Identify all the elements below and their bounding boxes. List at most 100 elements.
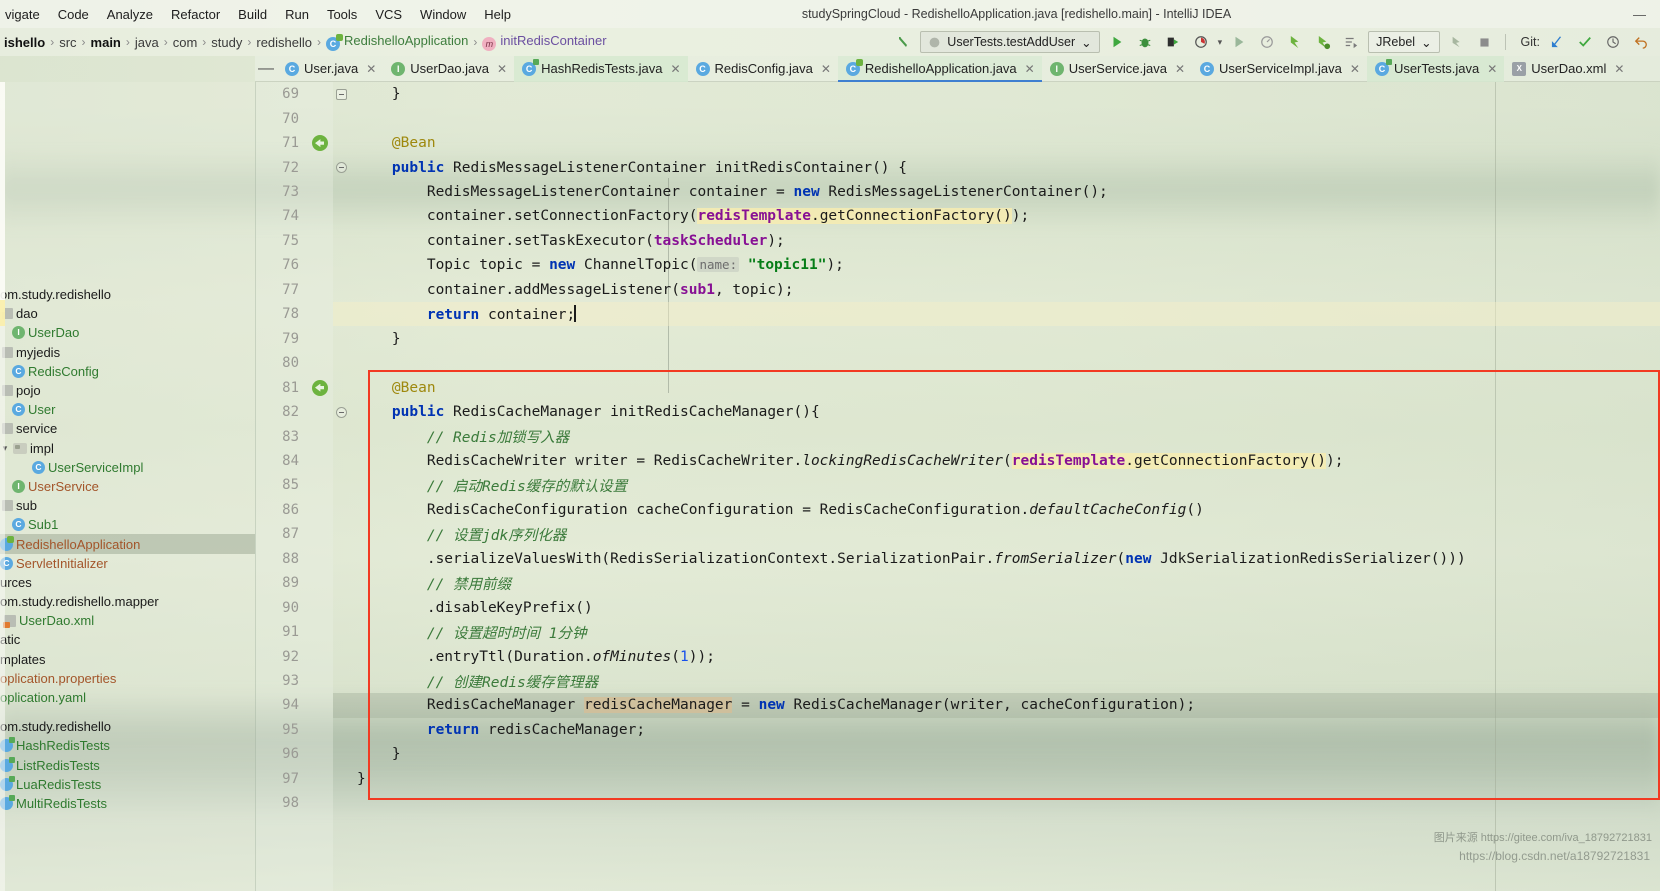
tree-item-hashredistests[interactable]: HashRedisTests <box>0 736 255 755</box>
code-line[interactable]: 81 @Bean <box>255 375 1660 399</box>
collapse-icon[interactable] <box>335 162 347 174</box>
tree-item-userserviceimpl[interactable]: C UserServiceImpl <box>0 458 255 477</box>
code-line[interactable]: 98 <box>255 791 1660 815</box>
close-icon[interactable]: ✕ <box>1025 62 1035 76</box>
menu-item-refactor[interactable]: Refactor <box>162 3 229 26</box>
code-line[interactable]: 69 } <box>255 82 1660 106</box>
tree-item-mapper-package[interactable]: om.study.redishello.mapper <box>0 592 255 611</box>
jrebel-debug-icon[interactable] <box>1312 31 1334 53</box>
minimize-button[interactable]: — <box>1633 7 1646 22</box>
tree-item-userservice[interactable]: I UserService <box>0 477 255 496</box>
code-line[interactable]: 82 public RedisCacheManager initRedisCac… <box>255 400 1660 424</box>
breadcrumb-item-src[interactable]: src <box>55 35 80 50</box>
code-line[interactable]: 88 .serializeValuesWith(RedisSerializati… <box>255 547 1660 571</box>
code-line[interactable]: 84 RedisCacheWriter writer = RedisCacheW… <box>255 449 1660 473</box>
code-line[interactable]: 73 RedisMessageListenerContainer contain… <box>255 180 1660 204</box>
debug-icon[interactable] <box>1134 31 1156 53</box>
attach-process-icon[interactable] <box>1256 31 1278 53</box>
breadcrumb[interactable]: ishello › src › main › java › com › stud… <box>0 33 611 51</box>
code-line[interactable]: 70 <box>255 106 1660 130</box>
close-icon[interactable]: ✕ <box>821 62 831 76</box>
code-line[interactable]: 71 @Bean <box>255 131 1660 155</box>
menu-item-navigate[interactable]: vigate <box>0 3 49 26</box>
git-history-icon[interactable] <box>1602 31 1624 53</box>
code-line[interactable]: 87 // 设置jdk序列化器 <box>255 522 1660 546</box>
code-line[interactable]: 85 // 启动Redis缓存的默认设置 <box>255 473 1660 497</box>
menu-item-build[interactable]: Build <box>229 3 276 26</box>
code-line[interactable]: 78 return container; <box>255 302 1660 326</box>
code-line[interactable]: 75 container.setTaskExecutor(taskSchedul… <box>255 229 1660 253</box>
tab-userservice-java[interactable]: I UserService.java ✕ <box>1042 56 1192 82</box>
tree-item-package-root[interactable]: om.study.redishello <box>0 285 255 304</box>
menu-item-code[interactable]: Code <box>49 3 98 26</box>
jrebel-selector[interactable]: JRebel ⌄ <box>1368 31 1440 53</box>
breadcrumb-item-com[interactable]: com <box>169 35 202 50</box>
tab-userserviceimpl-java[interactable]: C UserServiceImpl.java ✕ <box>1192 56 1367 82</box>
tree-item-myjedis[interactable]: myjedis <box>0 343 255 362</box>
tab-user-java[interactable]: C User.java ✕ <box>277 56 383 82</box>
tree-item-test-package[interactable]: om.study.redishello <box>0 717 255 736</box>
breadcrumb-item-redishello[interactable]: redishello <box>252 35 316 50</box>
tree-item-application-yaml[interactable]: oplication.yaml <box>0 688 255 707</box>
tree-item-multiredistests[interactable]: MultiRedisTests <box>0 794 255 813</box>
breadcrumb-item-study[interactable]: study <box>207 35 246 50</box>
run-tests-icon[interactable] <box>1340 31 1362 53</box>
project-tree[interactable]: om.study.redishello dao I UserDao myjedi… <box>0 82 255 891</box>
tree-item-templates[interactable]: mplates <box>0 650 255 669</box>
chevron-down-icon[interactable]: ▾ <box>1218 37 1223 48</box>
tab-redisconfig-java[interactable]: C RedisConfig.java ✕ <box>688 56 838 82</box>
tree-item-service[interactable]: service <box>0 419 255 438</box>
close-icon[interactable]: ✕ <box>1614 62 1624 76</box>
code-line[interactable]: 76 Topic topic = new ChannelTopic(name: … <box>255 253 1660 277</box>
tree-item-redishelloapplication[interactable]: RedishelloApplication <box>0 534 255 554</box>
run-with-coverage-icon[interactable] <box>1162 31 1184 53</box>
window-controls[interactable]: — <box>1633 7 1660 22</box>
breadcrumb-item-java[interactable]: java <box>131 35 163 50</box>
close-icon[interactable]: ✕ <box>670 62 680 76</box>
breadcrumb-item-method[interactable]: m initRedisContainer <box>478 33 610 51</box>
collapse-icon[interactable] <box>335 88 347 100</box>
spring-bean-gutter-icon[interactable] <box>312 135 328 152</box>
tree-item-impl[interactable]: ▾ impl <box>0 439 255 458</box>
run-icon[interactable] <box>1106 31 1128 53</box>
collapse-icon[interactable] <box>335 406 347 418</box>
breadcrumb-item-module[interactable]: ishello <box>0 35 49 50</box>
rerun-icon[interactable] <box>1228 31 1250 53</box>
code-line[interactable]: 89 // 禁用前缀 <box>255 571 1660 595</box>
tab-usertests-java[interactable]: C UserTests.java ✕ <box>1366 55 1505 82</box>
tree-item-redisconfig[interactable]: C RedisConfig <box>0 362 255 381</box>
gutter-icon-slot[interactable] <box>307 379 333 396</box>
code-line[interactable]: 74 container.setConnectionFactory(redisT… <box>255 204 1660 228</box>
code-line[interactable]: 94 RedisCacheManager redisCacheManager =… <box>255 693 1660 717</box>
breadcrumb-item-class[interactable]: C RedishelloApplication <box>322 33 472 51</box>
close-icon[interactable]: ✕ <box>1175 62 1185 76</box>
code-line[interactable]: 77 container.addMessageListener(sub1, to… <box>255 278 1660 302</box>
git-update-icon[interactable] <box>1546 31 1568 53</box>
fold-marker[interactable] <box>333 88 349 100</box>
spring-bean-gutter-icon[interactable] <box>312 379 328 396</box>
code-line[interactable]: 90 .disableKeyPrefix() <box>255 595 1660 619</box>
code-line[interactable]: 83 // Redis加锁写入器 <box>255 424 1660 448</box>
build-icon[interactable] <box>1446 31 1468 53</box>
code-line[interactable]: 97 } <box>255 767 1660 791</box>
back-arrow-icon[interactable] <box>892 31 914 53</box>
profile-icon[interactable] <box>1190 31 1212 53</box>
menu-item-analyze[interactable]: Analyze <box>98 3 162 26</box>
tree-item-static[interactable]: atic <box>0 630 255 649</box>
code-line[interactable]: 79 } <box>255 327 1660 351</box>
stop-icon[interactable] <box>1474 31 1496 53</box>
tree-item-user[interactable]: C User <box>0 400 255 419</box>
tab-hashredistests-java[interactable]: C HashRedisTests.java ✕ <box>514 55 688 82</box>
tree-item-sub[interactable]: sub <box>0 496 255 515</box>
code-line[interactable]: 80 <box>255 351 1660 375</box>
close-icon[interactable]: ✕ <box>497 62 507 76</box>
run-configuration-selector[interactable]: UserTests.testAddUser ⌄ <box>920 31 1100 53</box>
close-icon[interactable]: ✕ <box>366 62 376 76</box>
tree-item-pojo[interactable]: pojo <box>0 381 255 400</box>
tree-item-application-properties[interactable]: oplication.properties <box>0 669 255 688</box>
code-line[interactable]: 72 public RedisMessageListenerContainer … <box>255 155 1660 179</box>
code-line[interactable]: 91 // 设置超时时间 1分钟 <box>255 620 1660 644</box>
code-editor[interactable]: 69 } 70 71 @Bean 72 public RedisMessageL… <box>255 82 1660 891</box>
code-line[interactable]: 95 return redisCacheManager; <box>255 718 1660 742</box>
tabs-scroll-left-icon[interactable]: — <box>255 60 277 78</box>
